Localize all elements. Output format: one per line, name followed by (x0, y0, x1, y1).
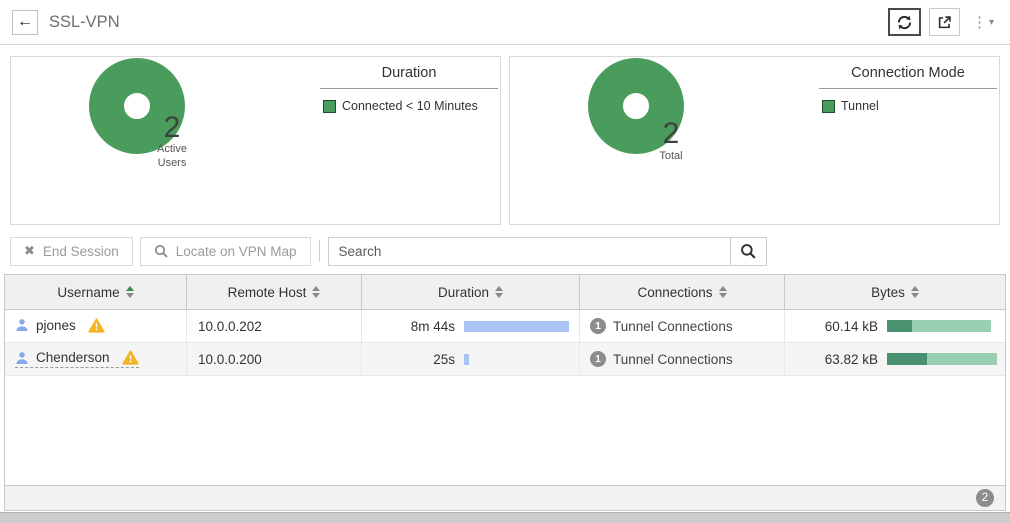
vertical-dots-icon: ⋮ (972, 13, 987, 31)
sessions-table: Username Remote Host Duration Connection… (4, 274, 1006, 511)
legend-swatch (323, 100, 336, 113)
table-footer: 2 (5, 485, 1005, 510)
sort-icon (495, 286, 503, 298)
refresh-button[interactable] (888, 8, 921, 36)
donut-center-label: 2 Total (623, 93, 719, 189)
bytes-cell: 60.14 kB (785, 310, 1005, 342)
legend-title: Duration (320, 61, 498, 89)
sort-icon (312, 286, 320, 298)
more-options-menu[interactable]: ⋮ ▾ (968, 8, 998, 36)
table-row[interactable]: Chenderson 10.0.0.200 25s 1 Tunnel Conne… (5, 343, 1005, 376)
locate-on-vpn-map-button[interactable]: Locate on VPN Map (140, 237, 311, 266)
username-cell: pjones (5, 310, 187, 342)
chevron-down-icon: ▾ (989, 17, 994, 28)
connections-cell: 1 Tunnel Connections (580, 343, 785, 375)
column-header-username[interactable]: Username (5, 275, 187, 309)
legend-item: Tunnel (819, 89, 997, 113)
ssl-vpn-monitor-page: ← SSL-VPN ⋮ ▾ (0, 0, 1010, 523)
toolbar: ✖ End Session Locate on VPN Map (0, 234, 1010, 274)
page-title: SSL-VPN (49, 13, 120, 32)
sort-icon (719, 286, 727, 298)
search-button[interactable] (730, 237, 767, 266)
legend-swatch (822, 100, 835, 113)
legend-title: Connection Mode (819, 61, 997, 89)
duration-chart-panel: 2 Active Users Duration Connected < 10 M… (10, 56, 501, 225)
connection-mode-donut-chart: 2 Total (588, 58, 754, 224)
bytes-in-bar (912, 320, 991, 332)
column-header-connections[interactable]: Connections (580, 275, 785, 309)
bytes-bar (887, 353, 999, 365)
search-bar (328, 237, 767, 266)
warning-icon (122, 350, 139, 365)
popout-button[interactable] (929, 8, 960, 36)
duration-donut-chart: 2 Active Users (89, 58, 255, 224)
sort-icon (126, 286, 134, 298)
column-header-duration[interactable]: Duration (362, 275, 580, 309)
user-icon (15, 318, 29, 332)
duration-bar (464, 354, 469, 365)
table-empty-area (5, 376, 1005, 485)
table-header-row: Username Remote Host Duration Connection… (5, 275, 1005, 310)
end-session-button[interactable]: ✖ End Session (10, 237, 133, 266)
column-header-remote-host[interactable]: Remote Host (187, 275, 362, 309)
bytes-out-bar (887, 320, 912, 332)
x-icon: ✖ (24, 243, 35, 259)
total-count: 2 (663, 118, 680, 150)
bytes-in-bar (927, 353, 997, 365)
external-link-icon (937, 15, 952, 30)
connections-cell: 1 Tunnel Connections (580, 310, 785, 342)
duration-bar (464, 321, 569, 332)
duration-legend: Duration Connected < 10 Minutes (320, 57, 498, 224)
user-icon (15, 351, 29, 365)
table-row[interactable]: pjones 10.0.0.202 8m 44s 1 Tunnel Connec… (5, 310, 1005, 343)
row-count-badge: 2 (976, 489, 994, 507)
warning-icon (88, 318, 105, 333)
search-input[interactable] (328, 237, 731, 266)
connection-mode-chart-panel: 2 Total Connection Mode Tunnel (509, 56, 1000, 225)
back-arrow-icon: ← (17, 13, 33, 31)
duration-cell: 25s (362, 343, 580, 375)
bottom-strip (0, 512, 1010, 523)
toolbar-divider (319, 240, 320, 262)
connection-count-badge: 1 (590, 318, 606, 334)
refresh-icon (896, 14, 913, 31)
column-header-bytes[interactable]: Bytes (785, 275, 1005, 309)
titlebar: ← SSL-VPN ⋮ ▾ (0, 0, 1010, 45)
search-icon (740, 243, 756, 259)
connection-count-badge: 1 (590, 351, 606, 367)
bytes-cell: 63.82 kB (785, 343, 1005, 375)
magnifier-icon (154, 244, 168, 258)
donut-center-label: 2 Active Users (124, 93, 220, 189)
summary-charts: 2 Active Users Duration Connected < 10 M… (0, 45, 1010, 234)
active-users-count: 2 (164, 112, 181, 144)
remote-host-cell: 10.0.0.200 (187, 343, 362, 375)
remote-host-cell: 10.0.0.202 (187, 310, 362, 342)
bytes-out-bar (887, 353, 927, 365)
connection-mode-legend: Connection Mode Tunnel (819, 57, 997, 224)
bytes-bar (887, 320, 999, 332)
username-cell: Chenderson (5, 343, 187, 375)
back-button[interactable]: ← (12, 10, 38, 35)
legend-item: Connected < 10 Minutes (320, 89, 498, 113)
sort-icon (911, 286, 919, 298)
duration-cell: 8m 44s (362, 310, 580, 342)
titlebar-actions: ⋮ ▾ (888, 8, 998, 36)
